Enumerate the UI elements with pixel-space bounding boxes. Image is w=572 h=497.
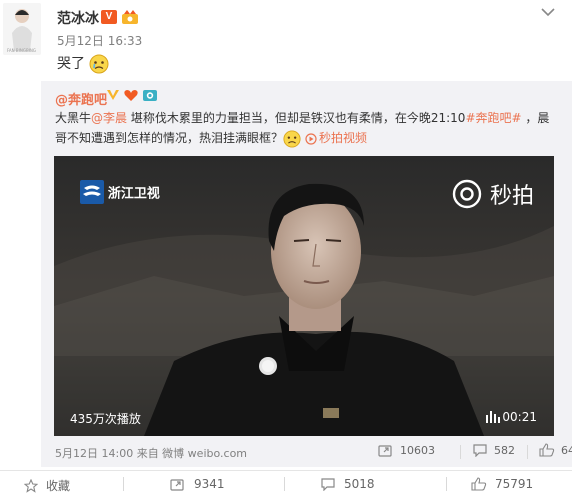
crying-emoji-icon (89, 54, 109, 74)
miaopai-camera-icon (452, 179, 482, 209)
channel-logo-icon (80, 180, 104, 204)
svg-text:FAN BINGBING: FAN BINGBING (7, 48, 36, 53)
chevron-down-icon[interactable] (541, 6, 555, 17)
camera-badge-icon (142, 87, 158, 103)
heart-badge-icon (123, 88, 139, 102)
forward-count: 9341 (194, 477, 225, 491)
forward-icon (378, 445, 392, 457)
vip-badge[interactable]: V (101, 10, 117, 24)
verified-icon (106, 88, 120, 102)
repost-footer[interactable]: 5月12日 14:00 来自 微博 weibo.com (55, 445, 247, 461)
video-duration: 00:21 (502, 410, 537, 424)
video-link-label: 秒拍视频 (319, 131, 368, 145)
like-icon (471, 477, 487, 491)
comment-icon (321, 478, 335, 491)
forward-icon (170, 479, 184, 491)
action-bar: 收藏 9341 5018 75791 (0, 471, 572, 497)
repost-forward-count: 10603 (400, 443, 435, 457)
divider (527, 445, 528, 459)
post-text: 哭了 (57, 53, 109, 74)
audio-bars-icon (485, 409, 501, 423)
divider (284, 477, 285, 491)
star-icon (24, 478, 38, 493)
play-count: 435万次播放 (70, 412, 141, 426)
divider (446, 477, 447, 491)
channel-logo: 浙江卫视 (80, 180, 160, 204)
miaopai-watermark-label: 秒拍 (489, 184, 534, 209)
comment-button[interactable]: 5018 (320, 477, 375, 491)
repost-text: 大黑牛@李晨 堪称伐木累里的力量担当，但却是铁汉也有柔情，在今晚21:10#奔跑… (55, 108, 560, 148)
avatar[interactable]: FAN BINGBING (3, 3, 41, 55)
divider (123, 477, 124, 491)
repost-author[interactable]: @奔跑吧 (55, 89, 107, 108)
like-button[interactable]: 75791 (471, 477, 533, 491)
repost-text-part: 大黑牛 (55, 111, 92, 125)
repost-actions: 10603 582 6454 (372, 443, 572, 461)
channel-logo-label: 浙江卫视 (107, 186, 160, 202)
video-link[interactable]: 秒拍视频 (301, 131, 367, 145)
post-text-content: 哭了 (57, 56, 85, 72)
crying-emoji-icon (283, 129, 301, 148)
post-time[interactable]: 5月12日 16:33 (57, 32, 142, 49)
repost-card: @奔跑吧 大黑牛@李晨 堪称伐木累里的力量担当，但却是铁汉也有柔情，在今晚21:… (41, 81, 572, 467)
mention-link[interactable]: @李晨 (91, 111, 127, 125)
repost-comment-count: 582 (494, 443, 515, 457)
miaopai-watermark: 秒拍 (452, 178, 534, 210)
comment-count: 5018 (344, 477, 375, 491)
repost-like-count: 6454 (561, 443, 572, 457)
like-count: 75791 (495, 477, 534, 491)
crown-badge-icon[interactable] (121, 9, 139, 25)
divider (460, 445, 461, 459)
hashtag-link[interactable]: #奔跑吧# (465, 111, 521, 125)
forward-button[interactable]: 9341 (170, 477, 225, 491)
collect-button[interactable]: 收藏 (24, 477, 70, 494)
repost-like-button[interactable]: 6454 (539, 443, 572, 457)
like-icon (539, 443, 555, 457)
author-name[interactable]: 范冰冰 (57, 8, 99, 28)
video-player[interactable]: 浙江卫视 秒拍 435万次播放 00:21 (54, 156, 554, 436)
repost-text-part: 堪称伐木累里的力量担当，但却是铁汉也有柔情，在今晚21:10 (127, 111, 466, 125)
repost-forward-button[interactable]: 10603 (378, 443, 435, 457)
comment-icon (473, 444, 487, 457)
collect-label: 收藏 (46, 479, 71, 493)
repost-comment-button[interactable]: 582 (472, 443, 515, 457)
